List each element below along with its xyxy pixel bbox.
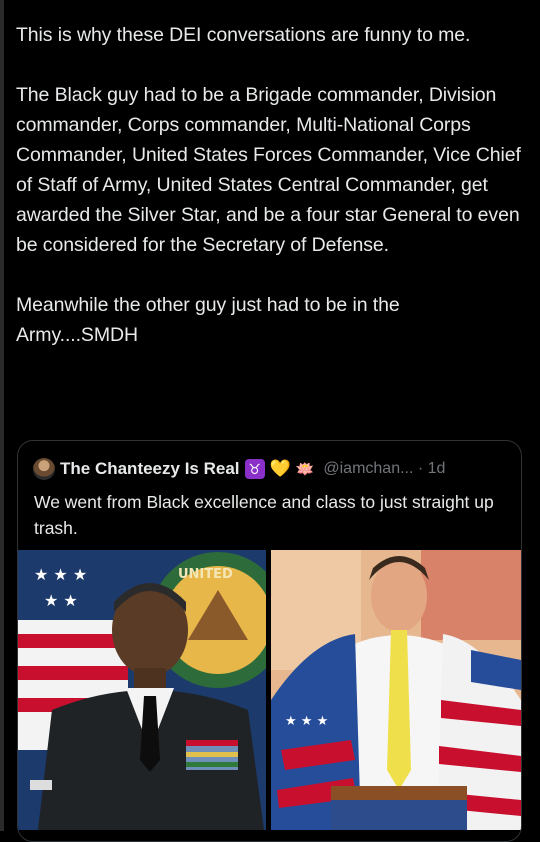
avatar[interactable] (33, 458, 55, 480)
quoted-post[interactable]: The Chanteezy Is Real ♉ 💛 🪷 @iamchan... … (17, 440, 522, 842)
lotus-icon: 🪷 (295, 461, 315, 478)
author-name[interactable]: The Chanteezy Is Real (60, 459, 240, 479)
media-image-flag-jacket[interactable]: ★ ★ ★ (271, 550, 521, 830)
media-image-general-portrait[interactable]: ★ ★ ★ ★ ★ UNITED (18, 550, 266, 830)
yellow-heart-icon: 💛 (269, 459, 291, 478)
svg-text:★ ★ ★: ★ ★ ★ (285, 714, 328, 729)
quoted-post-header: The Chanteezy Is Real ♉ 💛 🪷 @iamchan... … (33, 457, 445, 481)
post-text: This is why these DEI conversations are … (16, 24, 521, 346)
quoted-post-text: We went from Black excellence and class … (34, 492, 499, 538)
media-grid: ★ ★ ★ ★ ★ UNITED ★ ★ ★ (18, 550, 521, 830)
seal-text: UNITED (178, 567, 233, 582)
window-edge (0, 0, 4, 831)
author-handle-time: @iamchan... · 1d (323, 460, 446, 477)
svg-text:★ ★ ★: ★ ★ ★ (34, 565, 87, 584)
svg-text:★ ★: ★ ★ (44, 591, 78, 610)
taurus-icon: ♉ (244, 459, 265, 479)
post-body: This is why these DEI conversations are … (16, 20, 522, 350)
